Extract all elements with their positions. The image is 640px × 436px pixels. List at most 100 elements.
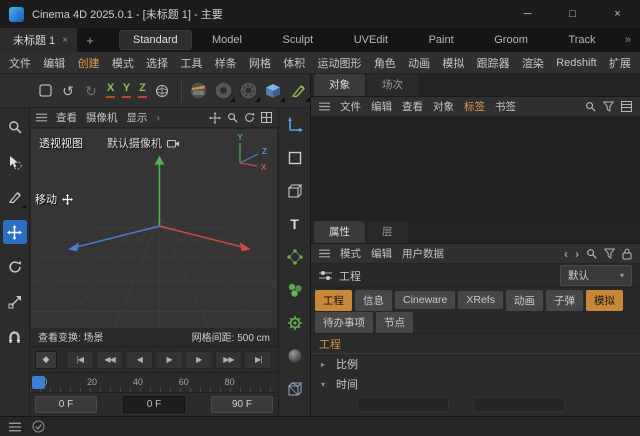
am-menu-mode[interactable]: 模式 bbox=[340, 246, 361, 261]
start-frame-field[interactable]: 0 F bbox=[35, 396, 97, 413]
menu-mesh[interactable]: 网格 bbox=[249, 55, 271, 71]
prev-key-button[interactable]: ◀◀ bbox=[96, 351, 124, 369]
menu-extensions[interactable]: 扩展 bbox=[609, 55, 631, 71]
redo-icon[interactable]: ↻ bbox=[80, 78, 102, 104]
toggle-views-icon[interactable] bbox=[261, 112, 272, 123]
attribute-manager-menu-icon[interactable] bbox=[319, 249, 330, 258]
object-manager-menu-icon[interactable] bbox=[319, 102, 330, 111]
points-icon[interactable] bbox=[283, 245, 307, 269]
end-frame-field[interactable]: 90 F bbox=[211, 396, 273, 413]
group-time[interactable]: ▾ 时间 bbox=[311, 374, 640, 394]
menu-create[interactable]: 创建 bbox=[78, 55, 100, 71]
new-document-button[interactable]: + bbox=[77, 28, 103, 52]
parameter-field[interactable] bbox=[473, 397, 565, 412]
menu-spline[interactable]: 样条 bbox=[215, 55, 237, 71]
viewport-menu-icon[interactable] bbox=[36, 113, 47, 122]
axis-gizmo[interactable]: Y Z X bbox=[230, 133, 272, 173]
live-selection-icon[interactable] bbox=[3, 150, 27, 174]
prev-frame-button[interactable]: ◀ bbox=[125, 351, 153, 369]
cat-tab-bullet[interactable]: 子弹 bbox=[546, 290, 583, 311]
om-menu-file[interactable]: 文件 bbox=[340, 99, 361, 114]
cat-tab-cineware[interactable]: Cineware bbox=[395, 291, 455, 309]
wireframe-cube-icon[interactable] bbox=[283, 377, 307, 401]
group-scale[interactable]: ▸ 比例 bbox=[311, 354, 640, 374]
layout-sculpt[interactable]: Sculpt bbox=[283, 34, 314, 46]
viewport-menu-display[interactable]: 显示 bbox=[127, 110, 148, 125]
cube-icon[interactable] bbox=[283, 179, 307, 203]
next-key-button[interactable]: ▶▶ bbox=[215, 351, 243, 369]
primitive-cube-icon[interactable] bbox=[261, 78, 285, 104]
filter-icon[interactable] bbox=[604, 248, 615, 259]
camera-label-group[interactable]: 默认摄像机 bbox=[107, 135, 179, 151]
lock-icon[interactable] bbox=[622, 248, 632, 260]
layout-groom[interactable]: Groom bbox=[494, 34, 528, 46]
menu-select[interactable]: 选择 bbox=[146, 55, 168, 71]
menu-file[interactable]: 文件 bbox=[9, 55, 31, 71]
om-menu-bookmarks[interactable]: 书签 bbox=[495, 99, 516, 114]
next-frame-button[interactable]: ▶ bbox=[185, 351, 213, 369]
tab-objects[interactable]: 对象 bbox=[314, 74, 365, 96]
menu-tracking[interactable]: 跟踪器 bbox=[477, 55, 510, 71]
menu-simulate[interactable]: 模拟 bbox=[442, 55, 464, 71]
3d-viewport[interactable]: 透视视图 默认摄像机 移动 bbox=[30, 128, 278, 346]
menu-redshift[interactable]: Redshift bbox=[556, 57, 596, 69]
tab-attributes[interactable]: 属性 bbox=[314, 221, 365, 243]
rotate-tool-icon[interactable] bbox=[3, 255, 27, 279]
layout-overflow-icon[interactable]: » bbox=[616, 34, 640, 46]
snap-icon[interactable] bbox=[3, 325, 27, 349]
pen-tool-icon[interactable] bbox=[3, 185, 27, 209]
om-menu-view[interactable]: 查看 bbox=[402, 99, 423, 114]
cat-tab-todo[interactable]: 待办事项 bbox=[315, 312, 373, 333]
am-menu-userdata[interactable]: 用户数据 bbox=[402, 246, 444, 261]
search-icon[interactable] bbox=[586, 248, 597, 259]
cat-tab-animation[interactable]: 动画 bbox=[506, 290, 543, 311]
history-forward-icon[interactable]: › bbox=[575, 248, 579, 260]
cat-tab-project[interactable]: 工程 bbox=[315, 290, 352, 311]
timeline-playhead[interactable] bbox=[32, 376, 45, 389]
spheres-cluster-icon[interactable] bbox=[283, 278, 307, 302]
menu-mograph[interactable]: 运动图形 bbox=[318, 55, 362, 71]
zoom-view-icon[interactable] bbox=[227, 112, 238, 123]
am-menu-edit[interactable]: 编辑 bbox=[371, 246, 392, 261]
filter-icon[interactable] bbox=[603, 101, 614, 112]
document-tab[interactable]: 未标题 1 × bbox=[0, 28, 77, 52]
viewport-menu-view[interactable]: 查看 bbox=[56, 110, 77, 125]
axis-z-toggle[interactable]: Z bbox=[135, 78, 150, 104]
render-view-icon[interactable] bbox=[186, 78, 210, 104]
close-button[interactable]: × bbox=[595, 0, 640, 28]
tab-layers[interactable]: 层 bbox=[367, 221, 408, 243]
goto-end-button[interactable]: ▶| bbox=[244, 351, 272, 369]
menu-volume[interactable]: 体积 bbox=[283, 55, 305, 71]
menu-animate[interactable]: 动画 bbox=[408, 55, 430, 71]
layout-model[interactable]: Model bbox=[212, 34, 242, 46]
minimize-button[interactable]: ─ bbox=[505, 0, 550, 28]
menu-mode[interactable]: 模式 bbox=[112, 55, 134, 71]
box-select-icon[interactable] bbox=[34, 78, 56, 104]
render-picture-viewer-icon[interactable] bbox=[211, 78, 235, 104]
cat-tab-xrefs[interactable]: XRefs bbox=[458, 291, 503, 309]
document-close-icon[interactable]: × bbox=[62, 35, 68, 46]
axis-y-toggle[interactable]: Y bbox=[119, 78, 134, 104]
menu-character[interactable]: 角色 bbox=[374, 55, 396, 71]
keyframe-button[interactable]: ◆ bbox=[35, 351, 57, 369]
move-tool-icon[interactable] bbox=[3, 220, 27, 244]
preset-dropdown[interactable]: 默认 ▾ bbox=[560, 265, 632, 286]
plane-icon[interactable] bbox=[283, 146, 307, 170]
axis-x-toggle[interactable]: X bbox=[103, 78, 118, 104]
timeline-ruler[interactable]: 0 20 40 60 80 bbox=[30, 372, 278, 392]
status-menu-icon[interactable] bbox=[9, 422, 21, 432]
viewport-menu-cameras[interactable]: 摄像机 bbox=[86, 110, 118, 125]
tab-takes[interactable]: 场次 bbox=[367, 74, 418, 96]
menu-render[interactable]: 渲染 bbox=[522, 55, 544, 71]
maximize-button[interactable]: □ bbox=[550, 0, 595, 28]
layout-paint[interactable]: Paint bbox=[429, 34, 454, 46]
current-frame-field[interactable]: 0 F bbox=[123, 396, 185, 413]
spline-pen-icon[interactable] bbox=[286, 78, 310, 104]
search-icon[interactable] bbox=[585, 101, 596, 112]
om-menu-objects[interactable]: 对象 bbox=[433, 99, 454, 114]
viewport-menu-more-icon[interactable]: › bbox=[157, 112, 161, 124]
om-menu-tags[interactable]: 标签 bbox=[464, 99, 485, 114]
gear-icon[interactable] bbox=[283, 311, 307, 335]
om-menu-edit[interactable]: 编辑 bbox=[371, 99, 392, 114]
coordinate-system-icon[interactable] bbox=[151, 78, 173, 104]
